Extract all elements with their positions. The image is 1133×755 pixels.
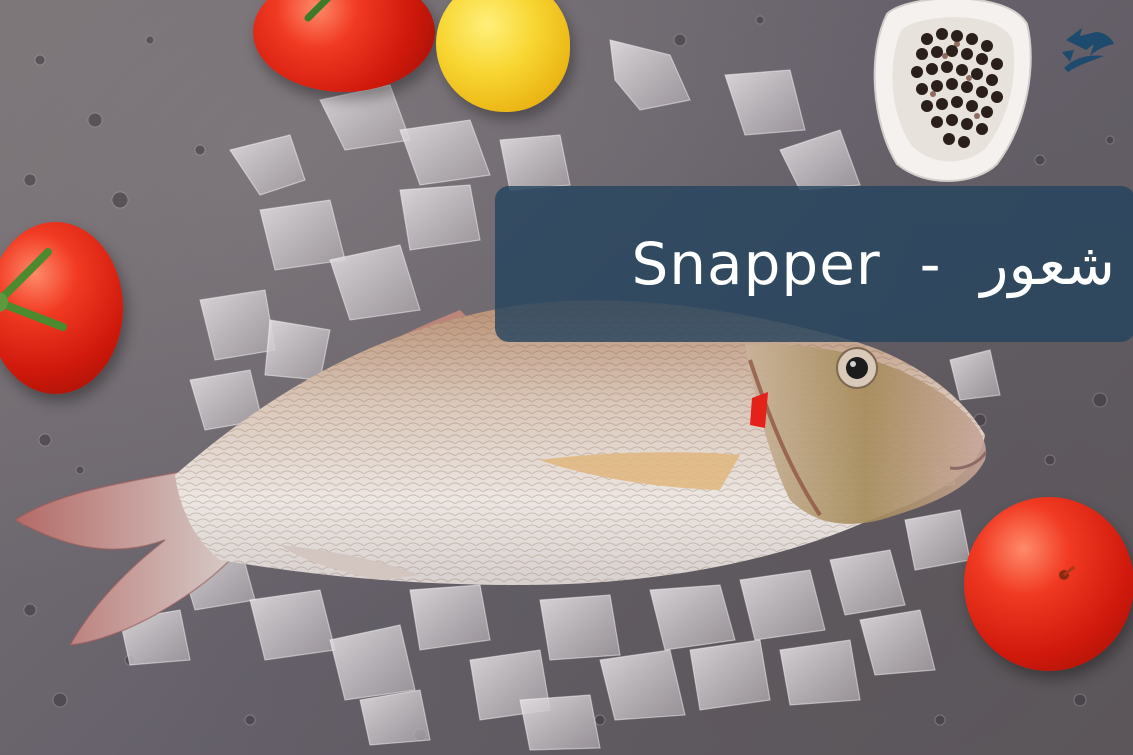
tomato-bottom-right xyxy=(964,497,1133,671)
caption-banner: Snapper - شعور xyxy=(495,186,1133,342)
fish-logo-icon xyxy=(1062,28,1114,72)
photo-scene: Snapper - شعور xyxy=(0,0,1133,755)
peppercorn-bowl xyxy=(873,0,1032,182)
caption-text: Snapper - شعور xyxy=(631,230,1115,298)
tomato-stem xyxy=(0,248,67,331)
tomato-stem xyxy=(1059,565,1075,580)
tomato-stem xyxy=(304,0,331,22)
